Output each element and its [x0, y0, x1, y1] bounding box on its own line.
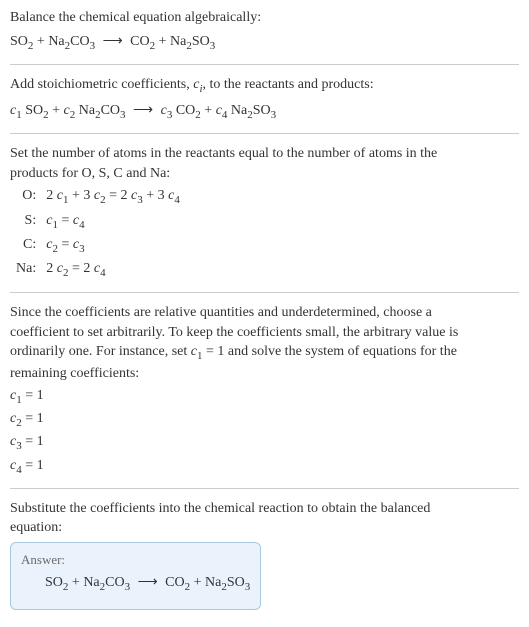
- divider: [10, 133, 519, 134]
- table-row: S: c1 = c4: [14, 210, 186, 234]
- subst-text-1: Substitute the coefficients into the che…: [10, 499, 519, 519]
- solve-text-2: coefficient to set arbitrarily. To keep …: [10, 323, 519, 343]
- intro-text: Balance the chemical equation algebraica…: [10, 8, 519, 28]
- answer-label: Answer:: [21, 551, 250, 569]
- element-label: Na:: [14, 258, 44, 282]
- table-row: O: 2 c1 + 3 c2 = 2 c3 + 3 c4: [14, 185, 186, 209]
- coeff-row: c3 = 1: [10, 432, 519, 454]
- species-co2: CO2: [165, 575, 190, 590]
- arrow-icon: ⟶: [103, 32, 123, 52]
- element-equation: c1 = c4: [44, 210, 186, 234]
- arrow-icon: ⟶: [138, 573, 158, 593]
- divider: [10, 64, 519, 65]
- element-label: S:: [14, 210, 44, 234]
- atoms-intro-1: Set the number of atoms in the reactants…: [10, 144, 519, 164]
- coeff-row: c4 = 1: [10, 456, 519, 478]
- answer-box: Answer: SO2 + Na2CO3 ⟶ CO2 + Na2SO3: [10, 542, 261, 610]
- substitute-section: Substitute the coefficients into the che…: [10, 499, 519, 611]
- species-co2: CO2: [130, 34, 155, 49]
- stoich-text: Add stoichiometric coefficients, ci, to …: [10, 75, 519, 97]
- solve-section: Since the coefficients are relative quan…: [10, 303, 519, 478]
- coeff-row: c2 = 1: [10, 409, 519, 431]
- answer-equation: SO2 + Na2CO3 ⟶ CO2 + Na2SO3: [21, 573, 250, 595]
- intro-equation: SO2 + Na2CO3 ⟶ CO2 + Na2SO3: [10, 32, 519, 54]
- divider: [10, 488, 519, 489]
- element-equation: 2 c2 = 2 c4: [44, 258, 186, 282]
- solve-text-4: remaining coefficients:: [10, 364, 519, 384]
- species-na2co3: Na2CO3: [83, 575, 130, 590]
- coeff-row: c1 = 1: [10, 386, 519, 408]
- subst-text-2: equation:: [10, 518, 519, 538]
- species-so2: SO2: [10, 34, 33, 49]
- species-so2: SO2: [45, 575, 68, 590]
- element-label: O:: [14, 185, 44, 209]
- solve-text-3: ordinarily one. For instance, set c1 = 1…: [10, 342, 519, 364]
- solve-text-1: Since the coefficients are relative quan…: [10, 303, 519, 323]
- atoms-intro-2: products for O, S, C and Na:: [10, 164, 519, 184]
- atoms-section: Set the number of atoms in the reactants…: [10, 144, 519, 282]
- intro-section: Balance the chemical equation algebraica…: [10, 8, 519, 54]
- divider: [10, 292, 519, 293]
- stoich-equation: c1 SO2 + c2 Na2CO3 ⟶ c3 CO2 + c4 Na2SO3: [10, 101, 519, 123]
- species-na2co3: Na2CO3: [48, 34, 95, 49]
- coefficient-list: c1 = 1 c2 = 1 c3 = 1 c4 = 1: [10, 386, 519, 478]
- table-row: Na: 2 c2 = 2 c4: [14, 258, 186, 282]
- stoich-section: Add stoichiometric coefficients, ci, to …: [10, 75, 519, 123]
- arrow-icon: ⟶: [133, 101, 153, 121]
- element-equation: c2 = c3: [44, 234, 186, 258]
- atom-balance-table: O: 2 c1 + 3 c2 = 2 c3 + 3 c4 S: c1 = c4 …: [14, 185, 186, 282]
- table-row: C: c2 = c3: [14, 234, 186, 258]
- element-label: C:: [14, 234, 44, 258]
- species-na2so3: Na2SO3: [170, 34, 215, 49]
- species-na2so3: Na2SO3: [205, 575, 250, 590]
- element-equation: 2 c1 + 3 c2 = 2 c3 + 3 c4: [44, 185, 186, 209]
